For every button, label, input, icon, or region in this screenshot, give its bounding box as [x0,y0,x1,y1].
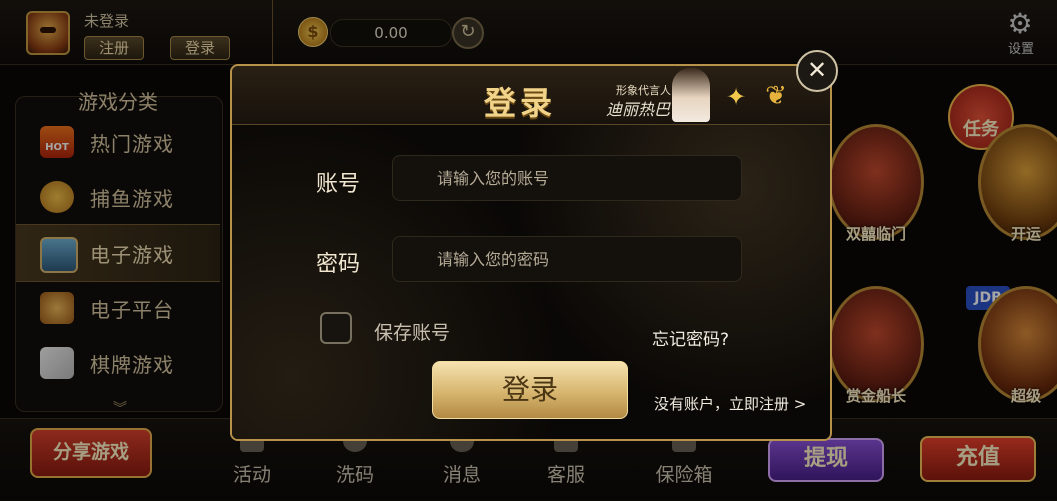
account-label: 账号 [316,172,361,197]
login-button[interactable]: 登录 [432,361,628,419]
signup-link[interactable]: 没有账户，立即注册 > [654,393,806,414]
brand-logo-icon: ❦ [765,81,787,111]
close-icon[interactable]: ✕ [796,50,838,92]
password-input[interactable] [392,236,742,282]
remember-account-label[interactable]: 保存账号 [374,318,450,345]
modal-title: 登录 [484,84,557,122]
forgot-password-link[interactable]: 忘记密码? [652,325,729,350]
password-label: 密码 [316,252,361,277]
flame-icon: ✦ [725,83,747,111]
account-input[interactable] [392,155,742,201]
remember-account-checkbox[interactable] [320,312,352,344]
spokesperson-signature: 迪丽热巴 [606,100,671,119]
spokesperson-photo [672,68,710,122]
